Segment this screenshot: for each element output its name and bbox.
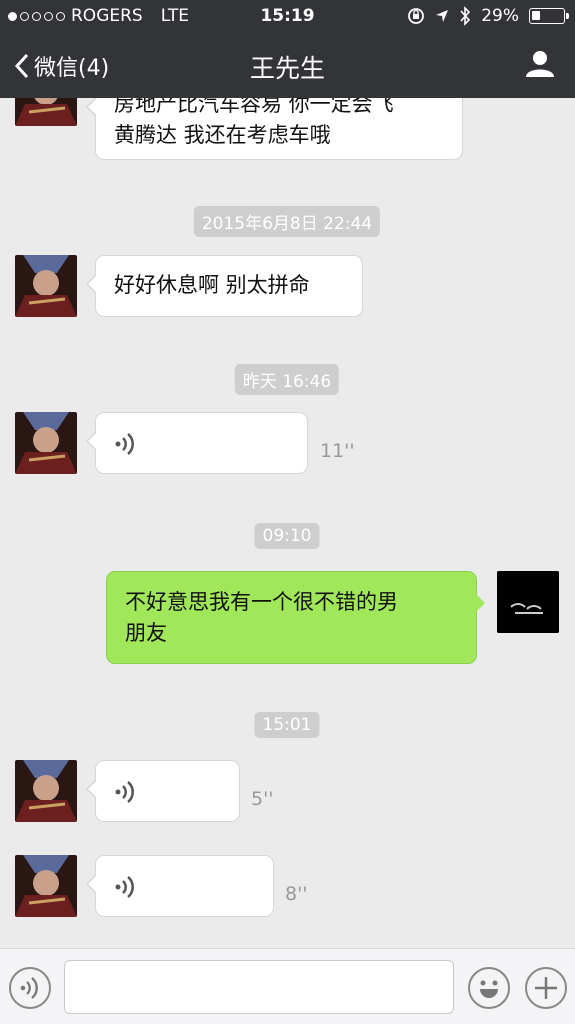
- bluetooth-icon: [460, 6, 471, 26]
- emoji-button[interactable]: [468, 967, 510, 1009]
- voice-duration: 5'': [251, 788, 274, 810]
- message-bubble-sent[interactable]: 不好意思我有一个很不错的男 朋友: [106, 571, 485, 664]
- contact-profile-button[interactable]: [525, 48, 555, 82]
- contact-avatar[interactable]: [15, 255, 77, 317]
- location-arrow-icon: [436, 10, 449, 22]
- more-options-button[interactable]: [525, 967, 567, 1009]
- voice-wave-icon: [20, 977, 38, 999]
- message-bubble-received[interactable]: 好好休息啊 别太拼命: [86, 255, 363, 317]
- message-text: 黄腾达 我还在考虑车哦: [114, 123, 331, 147]
- battery-icon: [529, 8, 569, 24]
- timestamp-label: 昨天 16:46: [234, 364, 340, 395]
- voice-message-bubble[interactable]: [86, 855, 274, 917]
- voice-wave-icon: [115, 781, 134, 803]
- contact-avatar[interactable]: [15, 98, 77, 126]
- voice-message-bubble[interactable]: [86, 412, 308, 474]
- message-bubble-received[interactable]: 房地产比汽车容易 你一定会飞 黄腾达 我还在考虑车哦: [86, 98, 463, 160]
- message-input[interactable]: [64, 960, 454, 1014]
- message-text: 好好休息啊 别太拼命: [114, 273, 310, 297]
- contact-avatar[interactable]: [15, 412, 77, 474]
- smiley-icon: [480, 980, 498, 998]
- voice-message-bubble[interactable]: [86, 760, 240, 822]
- navigation-bar: 微信(4) 王先生: [0, 34, 575, 98]
- voice-input-toggle-button[interactable]: [9, 967, 51, 1009]
- my-avatar[interactable]: [497, 571, 559, 633]
- input-toolbar: [0, 948, 575, 1024]
- voice-duration: 8'': [285, 883, 308, 905]
- message-text: 房地产比汽车容易 你一定会飞: [114, 98, 394, 116]
- contact-avatar[interactable]: [15, 855, 77, 917]
- status-bar: ROGERS LTE 15:19 29%: [0, 0, 575, 34]
- voice-wave-icon: [115, 433, 134, 455]
- message-text: 不好意思我有一个很不错的男: [125, 590, 398, 614]
- timestamp-label: 09:10: [254, 523, 320, 549]
- contact-avatar[interactable]: [15, 760, 77, 822]
- message-text: 朋友: [125, 621, 167, 645]
- person-icon: [526, 51, 554, 77]
- plus-icon: [535, 977, 557, 999]
- voice-wave-icon: [115, 876, 134, 898]
- rotation-lock-icon: [408, 8, 425, 24]
- battery-percent: 29%: [481, 6, 519, 26]
- chat-history[interactable]: 房地产比汽车容易 你一定会飞 黄腾达 我还在考虑车哦 2015年6月8日 22:…: [0, 98, 575, 948]
- chat-title: 王先生: [249, 54, 325, 83]
- timestamp-label: 2015年6月8日 22:44: [193, 206, 381, 237]
- voice-duration: 11'': [320, 440, 355, 462]
- timestamp-label: 15:01: [254, 712, 320, 738]
